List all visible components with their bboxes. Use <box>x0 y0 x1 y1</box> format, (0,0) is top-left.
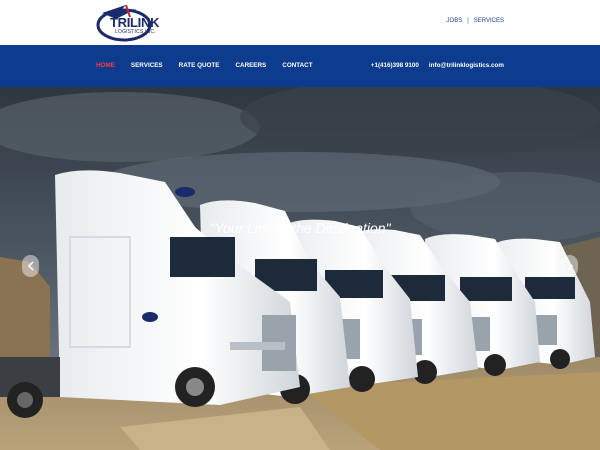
nav-item-contact[interactable]: CONTACT <box>282 62 312 69</box>
top-link-services[interactable]: SERVICES <box>474 18 504 24</box>
hero-image <box>0 87 600 450</box>
phone-link[interactable]: +1(416)398 9100 <box>371 62 419 69</box>
nav-item-services[interactable]: SERVICES <box>131 62 163 69</box>
top-header: TRILINK LOGISTICS INC. JOBS | SERVICES <box>0 0 600 45</box>
hero-slider: "Your Link to the Destination" <box>0 87 600 450</box>
nav-item-rate-quote[interactable]: RATE QUOTE <box>179 62 220 69</box>
slider-prev-button[interactable] <box>22 255 39 277</box>
chevron-right-icon <box>566 261 573 271</box>
hero-tagline: "Your Link to the Destination" <box>209 220 391 236</box>
contact-info: +1(416)398 9100 info@trilinklogistics.co… <box>371 62 504 69</box>
top-link-separator: | <box>467 18 469 24</box>
nav-item-careers[interactable]: CAREERS <box>235 62 266 69</box>
primary-nav: HOME SERVICES RATE QUOTE CAREERS CONTACT <box>96 62 329 69</box>
nav-item-home[interactable]: HOME <box>96 62 115 69</box>
logo-text: TRILINK <box>110 15 160 30</box>
top-links: JOBS | SERVICES <box>447 18 504 24</box>
company-logo[interactable]: TRILINK LOGISTICS INC. <box>96 3 160 43</box>
main-navbar: HOME SERVICES RATE QUOTE CAREERS CONTACT… <box>0 45 600 87</box>
top-link-jobs[interactable]: JOBS <box>447 18 463 24</box>
slider-next-button[interactable] <box>561 255 578 277</box>
email-link[interactable]: info@trilinklogistics.com <box>429 62 504 69</box>
chevron-left-icon <box>27 261 34 271</box>
logo-subtext: LOGISTICS INC. <box>115 29 156 35</box>
